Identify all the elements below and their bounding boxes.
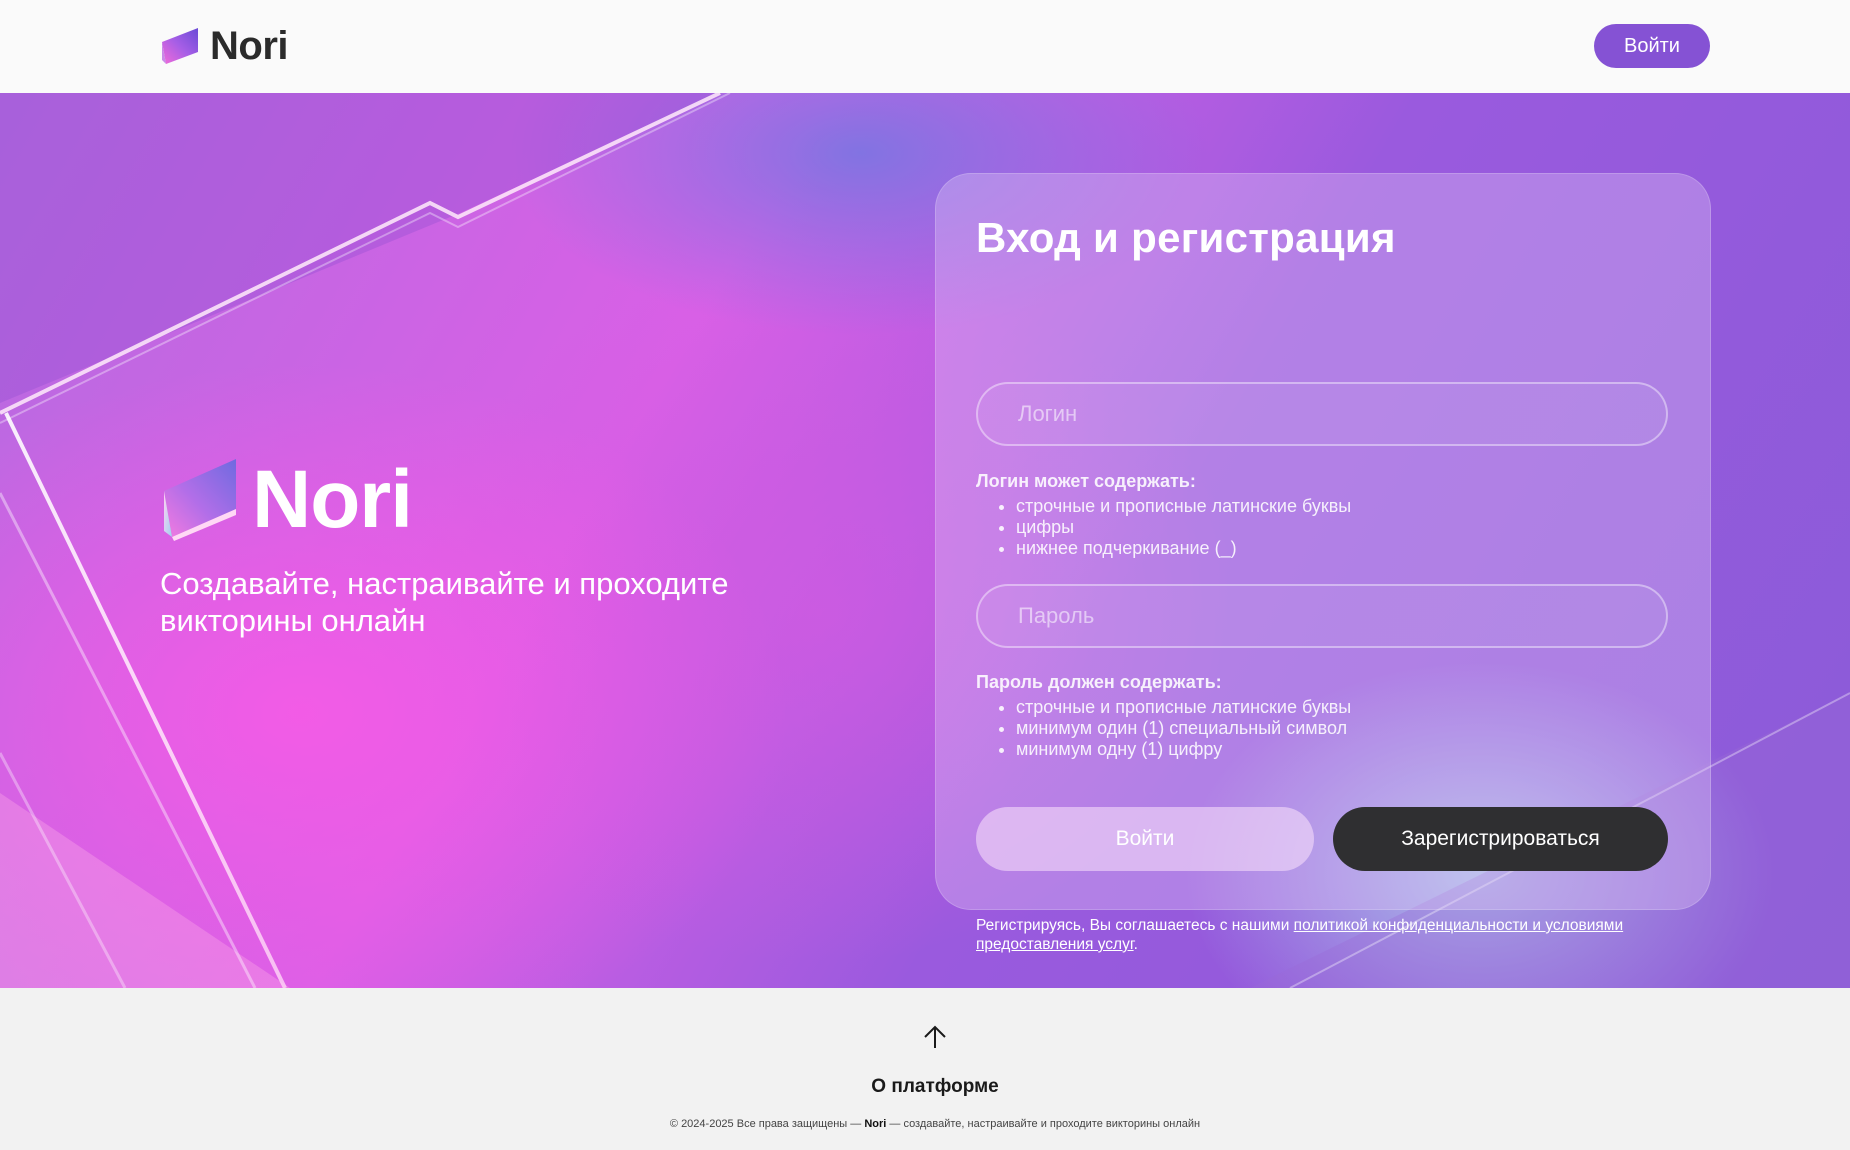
top-header: Nori Войти [0, 0, 1850, 94]
register-button[interactable]: Зарегистрироваться [1333, 807, 1668, 871]
login-button[interactable]: Войти [976, 807, 1314, 871]
login-rule-item: нижнее подчеркивание (_) [1016, 538, 1676, 559]
login-rules-title: Логин может содержать: [976, 471, 1196, 491]
copyright-brand: Nori [864, 1118, 887, 1130]
password-rule-item: минимум один (1) специальный символ [1016, 718, 1676, 739]
login-rule-item: цифры [1016, 517, 1676, 538]
hero-tagline: Создавайте, настраивайте и проходите вик… [160, 566, 729, 638]
password-rules: Пароль должен содержать: строчные и проп… [976, 672, 1676, 760]
auth-card: Вход и регистрация Логин может содержать… [935, 173, 1711, 953]
hero-section: Nori Создавайте, настраивайте и проходит… [0, 93, 1850, 988]
login-input[interactable] [976, 382, 1668, 446]
logo-mark-icon [164, 459, 236, 541]
about-platform-link[interactable]: О платформе [0, 1076, 1850, 1098]
password-rule-item: строчные и прописные латинские буквы [1016, 697, 1676, 718]
login-rule-item: строчные и прописные латинские буквы [1016, 496, 1676, 517]
password-rules-title: Пароль должен содержать: [976, 672, 1222, 692]
consent-text: Регистрируясь, Вы соглашаетесь с нашими … [976, 916, 1656, 954]
password-rules-list: строчные и прописные латинские буквы мин… [976, 697, 1676, 760]
copyright: © 2024-2025 Все права защищены — Nori — … [0, 1118, 1850, 1130]
copyright-prefix: © 2024-2025 Все права защищены — [669, 1118, 865, 1130]
hero-logo: Nori [160, 453, 413, 547]
logo-text: Nori [210, 23, 289, 68]
consent-prefix: Регистрируясь, Вы соглашаетесь с нашими [976, 917, 1294, 934]
consent-suffix: . [1133, 936, 1138, 953]
logo-mark-icon [162, 28, 198, 64]
hero-logo-text: Nori [252, 454, 413, 545]
password-rule-item: минимум одну (1) цифру [1016, 739, 1676, 760]
auth-title: Вход и регистрация [976, 214, 1396, 261]
header-login-button[interactable]: Войти [1594, 24, 1710, 68]
arrow-up-icon[interactable] [922, 1024, 948, 1050]
copyright-suffix: — создавайте, настраивайте и проходите в… [886, 1118, 1201, 1130]
header-logo[interactable]: Nori [160, 23, 289, 68]
password-input[interactable] [976, 584, 1668, 648]
login-rules: Логин может содержать: строчные и пропис… [976, 471, 1676, 559]
login-rules-list: строчные и прописные латинские буквы циф… [976, 496, 1676, 559]
